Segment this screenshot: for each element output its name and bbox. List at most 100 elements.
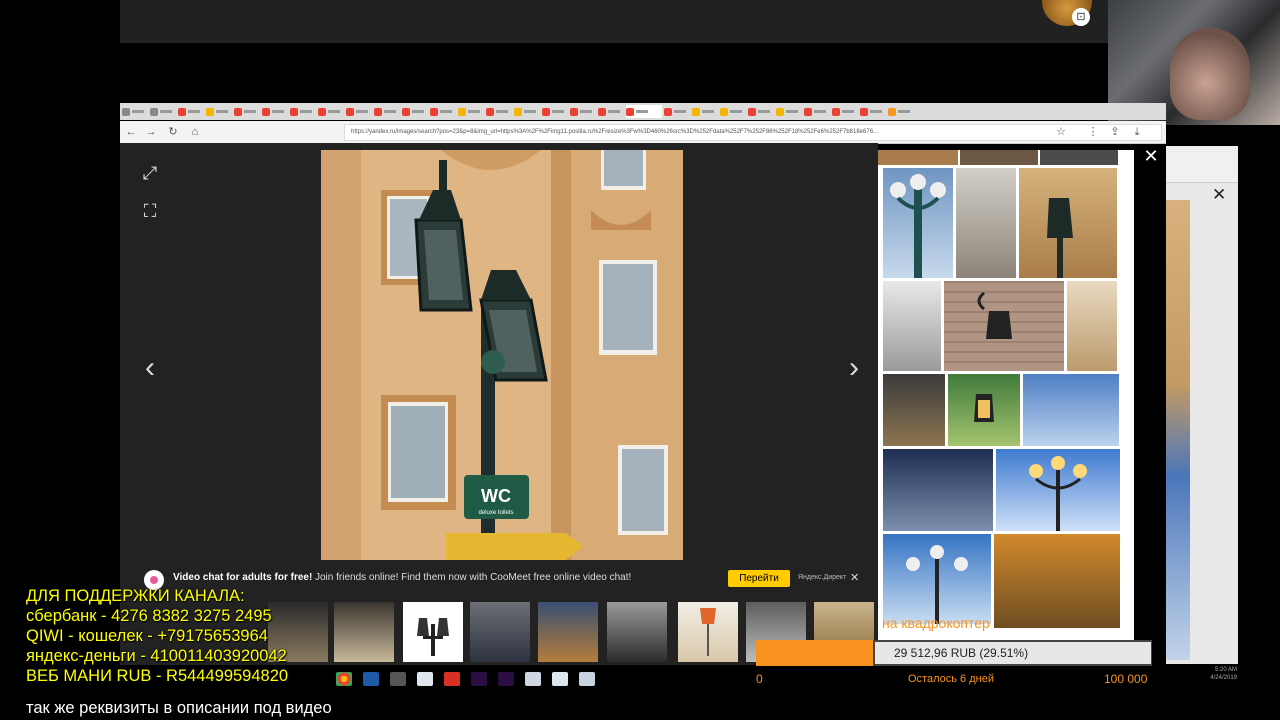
browser-tab[interactable] xyxy=(776,105,802,118)
clock-date: 4/24/2019 xyxy=(1210,675,1237,681)
reload-button[interactable]: ↻ xyxy=(166,124,180,140)
similar-image[interactable] xyxy=(878,150,958,165)
browser-tab[interactable] xyxy=(206,105,232,118)
browser-tab[interactable] xyxy=(150,105,176,118)
browser-tab[interactable] xyxy=(514,105,540,118)
chrome-icon[interactable] xyxy=(336,672,352,686)
back-button[interactable]: ← xyxy=(124,124,138,140)
notification-badge-icon[interactable]: ⊡ xyxy=(1072,8,1090,26)
filmstrip-thumb[interactable] xyxy=(334,602,394,662)
system-clock[interactable]: 5:20 AM 4/24/2019 xyxy=(1177,666,1237,682)
browser-tab[interactable] xyxy=(122,105,148,118)
similar-image[interactable] xyxy=(948,374,1020,446)
expand-icon[interactable]: ⤢ xyxy=(138,161,162,185)
browser-tab[interactable] xyxy=(748,105,774,118)
browser-tab-strip xyxy=(120,103,1166,120)
main-photo[interactable]: WC deluxe toilets xyxy=(321,150,683,560)
donation-header: ДЛЯ ПОДДЕРЖКИ КАНАЛА: xyxy=(26,587,245,605)
after-effects-icon[interactable] xyxy=(471,672,487,686)
similar-image[interactable] xyxy=(1023,374,1119,446)
browser-tab[interactable] xyxy=(346,105,372,118)
forward-button[interactable]: → xyxy=(144,124,158,140)
browser-tab[interactable] xyxy=(888,105,914,118)
filmstrip-thumb[interactable] xyxy=(607,602,667,662)
wc-sign-text: WC xyxy=(481,486,511,506)
donation-yandex-money: яндекс-деньги - 410011403920042 xyxy=(26,647,287,665)
similar-image[interactable] xyxy=(944,281,1064,371)
ad-text[interactable]: Join friends online! Find them now with … xyxy=(315,572,631,583)
bookmarks-icon[interactable]: ⋮ xyxy=(1086,124,1100,140)
download-icon[interactable]: ⤓ xyxy=(1130,124,1144,140)
browser-tab[interactable] xyxy=(430,105,456,118)
similar-image[interactable] xyxy=(960,150,1038,165)
star-icon[interactable]: ☆ xyxy=(1054,124,1068,140)
filmstrip-thumb[interactable] xyxy=(470,602,530,662)
crop-icon[interactable]: ⛶ xyxy=(138,199,162,223)
wc-sign-subtext: deluxe toilets xyxy=(478,510,513,516)
similar-image[interactable] xyxy=(883,534,991,624)
donation-goal-min: 0 xyxy=(756,672,763,686)
browser-tab[interactable] xyxy=(860,105,886,118)
close-panel-icon[interactable]: ✕ xyxy=(1140,145,1162,167)
calculator-icon[interactable] xyxy=(390,672,406,686)
photos-icon[interactable] xyxy=(579,672,595,686)
browser-tab[interactable] xyxy=(374,105,400,118)
similar-image[interactable] xyxy=(883,281,941,371)
browser-tab[interactable] xyxy=(402,105,428,118)
donation-progress-fill xyxy=(756,640,873,666)
share-icon[interactable]: ⇪ xyxy=(1108,124,1122,140)
browser-tab[interactable] xyxy=(664,105,690,118)
url-field[interactable]: https://yandex.ru/images/search?pos=23&p… xyxy=(344,124,1162,141)
browser-tab[interactable] xyxy=(262,105,288,118)
webcam-person xyxy=(1170,28,1250,120)
similar-image[interactable] xyxy=(1067,281,1117,371)
background-window-image xyxy=(1166,200,1190,660)
media-player-icon[interactable] xyxy=(444,672,460,686)
browser-tab[interactable] xyxy=(290,105,316,118)
background-window-close-icon[interactable]: ✕ xyxy=(1212,185,1226,205)
ad-go-button[interactable]: Перейти xyxy=(728,570,790,587)
filmstrip-thumb-selected[interactable] xyxy=(403,602,463,662)
browser-tab[interactable] xyxy=(720,105,746,118)
similar-images-panel xyxy=(878,150,1134,640)
browser-tab[interactable] xyxy=(570,105,596,118)
browser-tab[interactable] xyxy=(542,105,568,118)
similar-image[interactable] xyxy=(1040,150,1118,165)
browser-tab[interactable] xyxy=(234,105,260,118)
similar-image[interactable] xyxy=(1019,168,1117,278)
browser-tab[interactable] xyxy=(318,105,344,118)
cloud-icon[interactable] xyxy=(525,672,541,686)
donation-goal-title: на квадрокоптер xyxy=(882,615,990,631)
similar-image[interactable] xyxy=(883,168,953,278)
similar-image[interactable] xyxy=(956,168,1016,278)
home-button[interactable]: ⌂ xyxy=(188,124,202,140)
browser-tab[interactable] xyxy=(804,105,830,118)
notepad-icon[interactable] xyxy=(417,672,433,686)
donation-webmoney: ВЕБ МАНИ RUB - R544499594820 xyxy=(26,667,289,685)
similar-image[interactable] xyxy=(994,534,1120,628)
browser-tab[interactable] xyxy=(178,105,204,118)
premiere-icon[interactable] xyxy=(498,672,514,686)
filmstrip-thumb[interactable] xyxy=(678,602,738,662)
ad-title[interactable]: Video chat for adults for free! xyxy=(173,572,312,583)
browser-tab-active[interactable] xyxy=(626,105,662,118)
address-bar: ← → ↻ ⌂ https://yandex.ru/images/search?… xyxy=(120,121,1166,144)
donation-info: ДЛЯ ПОДДЕРЖКИ КАНАЛА: сбербанк - 4276 83… xyxy=(26,586,288,686)
folder-icon[interactable] xyxy=(552,672,568,686)
browser-tab[interactable] xyxy=(486,105,512,118)
similar-image[interactable] xyxy=(883,449,993,531)
browser-tab[interactable] xyxy=(458,105,484,118)
similar-image[interactable] xyxy=(883,374,945,446)
browser-tab[interactable] xyxy=(832,105,858,118)
browser-tab[interactable] xyxy=(692,105,718,118)
outlook-icon[interactable] xyxy=(363,672,379,686)
prev-image-button[interactable]: ‹ xyxy=(138,353,162,383)
donation-footer-note: так же реквизиты в описании под видео xyxy=(26,699,332,717)
similar-image[interactable] xyxy=(996,449,1120,531)
clock-time: 5:20 AM xyxy=(1214,667,1237,673)
ad-source[interactable]: Яндекс.Директ xyxy=(798,574,846,581)
next-image-button[interactable]: › xyxy=(842,353,866,383)
browser-tab[interactable] xyxy=(598,105,624,118)
ad-close-icon[interactable]: ✕ xyxy=(850,571,859,584)
filmstrip-thumb[interactable] xyxy=(538,602,598,662)
